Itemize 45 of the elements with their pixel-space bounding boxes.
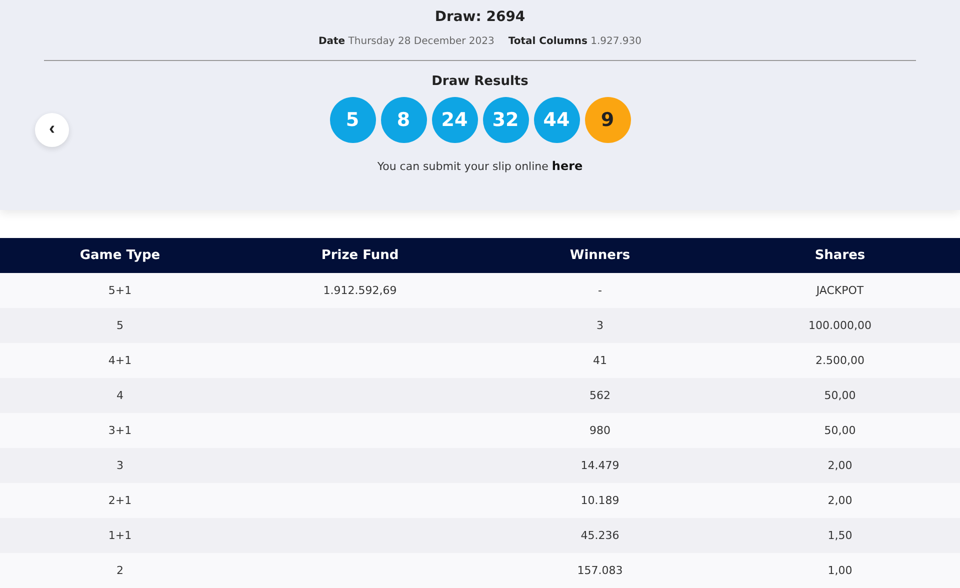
results-title: Draw Results bbox=[432, 74, 528, 89]
table-cell: 2,00 bbox=[828, 494, 852, 507]
number-ball: 44 bbox=[534, 97, 580, 143]
table-cell: 41 bbox=[593, 354, 607, 367]
submit-note: You can submit your slip online here bbox=[377, 159, 583, 173]
column-header: Winners bbox=[568, 247, 632, 265]
table-cell: - bbox=[598, 284, 602, 297]
table-cell: 4 bbox=[116, 389, 124, 402]
number-ball: 5 bbox=[330, 97, 376, 143]
table-cell: 1,50 bbox=[828, 529, 852, 542]
column-header: Shares bbox=[814, 247, 866, 265]
number-ball: 24 bbox=[432, 97, 478, 143]
here-link[interactable]: here bbox=[552, 159, 583, 173]
table-cell: JACKPOT bbox=[816, 284, 864, 297]
table-cell: 3 bbox=[116, 459, 124, 472]
draw-date: Date Thursday 28 December 2023 bbox=[318, 36, 494, 47]
table-cell: 50,00 bbox=[824, 424, 856, 437]
back-button[interactable]: ‹ bbox=[35, 113, 69, 147]
table-cell: 5 bbox=[116, 319, 124, 332]
table-cell: 2.500,00 bbox=[816, 354, 864, 367]
table-cell: 3 bbox=[596, 319, 604, 332]
table-cell: 2 bbox=[116, 564, 124, 577]
number-ball: 8 bbox=[380, 97, 426, 143]
draw-title: Draw: 2694 bbox=[434, 9, 526, 25]
table-cell: 562 bbox=[590, 389, 610, 402]
table-cell: 14.479 bbox=[580, 459, 620, 472]
table-cell: 50,00 bbox=[824, 389, 856, 402]
table-cell: 1.912.592,69 bbox=[323, 284, 397, 297]
table-cell: 5+1 bbox=[108, 284, 132, 297]
table-cell: 3+1 bbox=[108, 424, 132, 437]
table-cell: 980 bbox=[590, 424, 610, 437]
table-cell: 45.236 bbox=[580, 529, 620, 542]
table-cell: 157.083 bbox=[577, 564, 623, 577]
total-columns: Total Columns 1.927.930 bbox=[508, 36, 642, 47]
table-cell: 1,00 bbox=[828, 564, 852, 577]
number-ball: 32 bbox=[482, 97, 528, 143]
column-header: Game Type bbox=[78, 247, 162, 265]
table-cell: 2,00 bbox=[828, 459, 852, 472]
table-cell: 100.000,00 bbox=[808, 319, 872, 332]
table-cell: 1+1 bbox=[108, 529, 132, 542]
table-cell: 2+1 bbox=[108, 494, 132, 507]
table-cell: 4+1 bbox=[108, 354, 132, 367]
table-cell: 10.189 bbox=[580, 494, 620, 507]
bonus-ball: 9 bbox=[584, 97, 630, 143]
column-header: Prize Fund bbox=[320, 247, 400, 265]
